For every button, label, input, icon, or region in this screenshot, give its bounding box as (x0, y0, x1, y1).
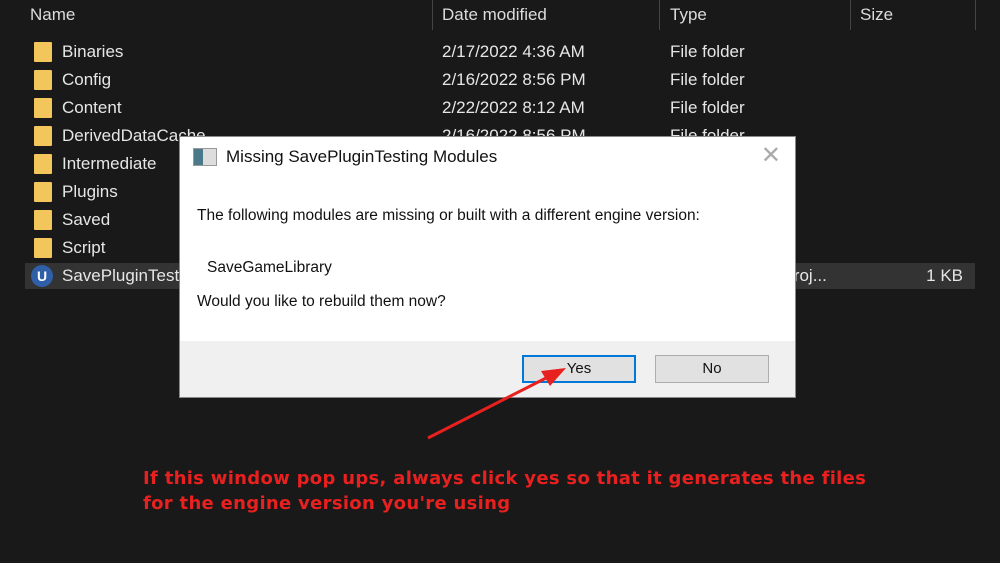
annotation-text-line2: for the engine version you're using (143, 493, 511, 514)
arrow-head (541, 368, 566, 386)
arrow-line (427, 373, 553, 440)
annotation-text-line1: If this window pop ups, always click yes… (143, 468, 867, 489)
